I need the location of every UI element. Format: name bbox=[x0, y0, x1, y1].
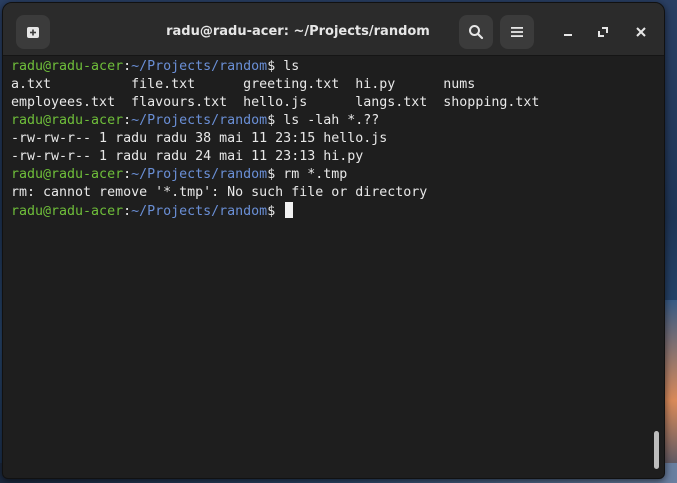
prompt-path: ~/Projects/random bbox=[131, 113, 268, 128]
prompt-user-host: radu@radu-acer bbox=[11, 204, 124, 219]
text-cursor bbox=[285, 202, 294, 218]
prompt-path: ~/Projects/random bbox=[131, 204, 268, 219]
prompt-colon: : bbox=[123, 59, 132, 74]
window-title: radu@radu-acer: ~/Projects/random bbox=[166, 24, 430, 39]
command-text bbox=[275, 204, 283, 219]
prompt-dollar: $ bbox=[267, 59, 276, 74]
terminal-line: radu@radu-acer:~/Projects/random$ rm *.t… bbox=[11, 166, 664, 184]
terminal-line: employees.txt flavours.txt hello.js lang… bbox=[11, 95, 540, 110]
terminal-window: radu@radu-acer: ~/Projects/random radu@r… bbox=[2, 2, 665, 479]
prompt-user-host: radu@radu-acer bbox=[11, 59, 124, 74]
close-icon bbox=[635, 23, 647, 42]
maximize-icon bbox=[597, 23, 609, 42]
prompt-path: ~/Projects/random bbox=[131, 59, 268, 74]
terminal-line: radu@radu-acer:~/Projects/random$ ls -la… bbox=[11, 112, 664, 130]
terminal-line: -rw-rw-r-- 1 radu radu 24 mai 11 23:13 h… bbox=[11, 149, 364, 164]
prompt-user-host: radu@radu-acer bbox=[11, 167, 124, 182]
search-button[interactable] bbox=[459, 15, 493, 49]
terminal-line: a.txt file.txt greeting.txt hi.py nums bbox=[11, 77, 476, 92]
command-text: ls -lah *.?? bbox=[275, 113, 380, 128]
terminal-line: radu@radu-acer:~/Projects/random$ ls bbox=[11, 58, 664, 76]
prompt-dollar: $ bbox=[267, 113, 276, 128]
command-text: ls bbox=[275, 59, 300, 74]
title-bar[interactable]: radu@radu-acer: ~/Projects/random bbox=[3, 3, 664, 56]
terminal-line: -rw-rw-r-- 1 radu radu 38 mai 11 23:15 h… bbox=[11, 131, 388, 146]
terminal-line: rm: cannot remove '*.tmp': No such file … bbox=[11, 185, 428, 200]
prompt-dollar: $ bbox=[267, 167, 276, 182]
prompt-path: ~/Projects/random bbox=[131, 167, 268, 182]
prompt-colon: : bbox=[123, 167, 132, 182]
prompt-colon: : bbox=[123, 204, 132, 219]
close-button[interactable] bbox=[627, 18, 655, 46]
terminal-output[interactable]: radu@radu-acer:~/Projects/random$ ls a.t… bbox=[3, 56, 664, 478]
search-icon bbox=[468, 24, 484, 40]
prompt-user-host: radu@radu-acer bbox=[11, 113, 124, 128]
maximize-button[interactable] bbox=[589, 18, 617, 46]
hamburger-menu-icon bbox=[510, 26, 524, 38]
menu-button[interactable] bbox=[500, 15, 534, 49]
terminal-line: radu@radu-acer:~/Projects/random$ bbox=[11, 202, 664, 220]
scrollbar-thumb[interactable] bbox=[654, 431, 659, 469]
minimize-button[interactable] bbox=[554, 18, 582, 46]
command-text: rm *.tmp bbox=[275, 167, 348, 182]
prompt-dollar: $ bbox=[267, 204, 276, 219]
new-tab-icon bbox=[25, 24, 41, 40]
minimize-icon bbox=[562, 23, 574, 42]
new-tab-button[interactable] bbox=[16, 15, 50, 49]
prompt-colon: : bbox=[123, 113, 132, 128]
